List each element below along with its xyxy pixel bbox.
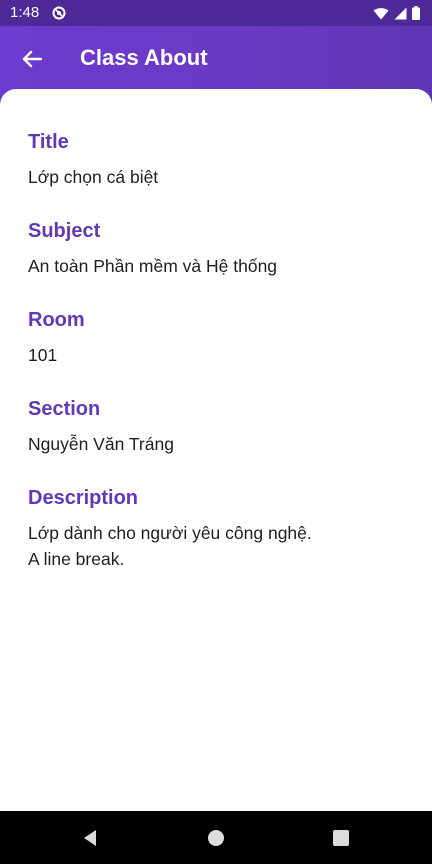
field-value-subject: An toàn Phần mềm và Hệ thống (28, 256, 278, 276)
screen: 1:48 Class About Title Lớp chọn cá biệt … (0, 0, 432, 864)
field-title: Title Lớp chọn cá biệt (28, 129, 408, 190)
field-label-title: Title (28, 131, 69, 153)
status-bar: 1:48 (0, 0, 432, 26)
field-value-description: Lớp dành cho người yêu công nghệ. A line… (28, 523, 312, 569)
arrow-back-icon (22, 50, 42, 68)
status-icons (373, 6, 420, 20)
back-button[interactable] (14, 41, 50, 77)
field-section: Section Nguyễn Văn Tráng (28, 396, 408, 457)
field-label-subject: Subject (28, 220, 101, 242)
app-notification-icon (52, 6, 66, 20)
field-description: Description Lớp dành cho người yêu công … (28, 485, 408, 572)
wifi-icon (373, 7, 389, 19)
field-room: Room 101 (28, 307, 408, 368)
signal-icon (394, 7, 407, 19)
field-value-section: Nguyễn Văn Tráng (28, 434, 174, 454)
field-label-description: Description (28, 487, 139, 509)
navigation-bar (0, 811, 432, 864)
battery-icon (412, 6, 420, 20)
field-value-room: 101 (28, 345, 58, 365)
field-value-title: Lớp chọn cá biệt (28, 167, 159, 187)
back-triangle-icon[interactable] (80, 828, 100, 848)
home-circle-icon[interactable] (206, 828, 226, 848)
field-label-section: Section (28, 398, 101, 420)
recents-square-icon[interactable] (331, 828, 351, 848)
page-title: Class About (80, 45, 208, 70)
content-sheet: Title Lớp chọn cá biệt Subject An toàn P… (0, 89, 432, 811)
field-label-room: Room (28, 309, 85, 331)
field-subject: Subject An toàn Phần mềm và Hệ thống (28, 218, 408, 279)
status-time: 1:48 (10, 4, 40, 21)
